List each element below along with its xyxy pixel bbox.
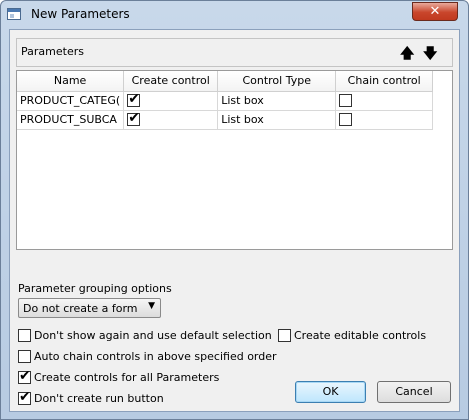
auto-chain-option[interactable]: Auto chain controls in above specified o… <box>18 349 278 365</box>
create-control-cell[interactable] <box>123 110 219 130</box>
move-up-icon[interactable]: 🡅 <box>400 43 414 67</box>
dialog-body: Parameters 🡅 🡇 Name Create control Contr… <box>9 29 460 412</box>
chain-control-checkbox[interactable] <box>339 94 353 108</box>
create-all-checkbox[interactable] <box>18 368 31 384</box>
parameters-label: Parameters <box>21 45 84 58</box>
chain-control-cell[interactable] <box>335 110 434 130</box>
column-header-chain-control[interactable]: Chain control <box>335 71 434 92</box>
dont-create-run-checkbox[interactable] <box>18 389 31 405</box>
create-editable-option[interactable]: Create editable controls <box>278 328 438 344</box>
title-bar[interactable]: New Parameters ✕ <box>1 1 468 29</box>
control-type-cell[interactable]: List box <box>217 110 337 130</box>
window-title: New Parameters <box>31 7 130 21</box>
auto-chain-label: Auto chain controls in above specified o… <box>34 350 277 363</box>
table-row[interactable]: PRODUCT_SUBCA List box <box>17 110 434 130</box>
column-header-name[interactable]: Name <box>17 71 125 92</box>
grouping-options-label: Parameter grouping options <box>18 282 172 295</box>
create-all-label: Create controls for all Parameters <box>34 371 220 384</box>
move-down-icon[interactable]: 🡇 <box>423 43 437 67</box>
parameters-header: Parameters 🡅 🡇 <box>16 38 453 67</box>
param-name-cell[interactable]: PRODUCT_SUBCA <box>17 110 125 130</box>
table-row[interactable]: PRODUCT_CATEG( List box <box>17 91 434 111</box>
param-name-cell[interactable]: PRODUCT_CATEG( <box>17 91 125 111</box>
dont-show-again-checkbox[interactable] <box>18 329 31 342</box>
dont-create-run-option[interactable]: Don't create run button <box>18 389 198 407</box>
control-type-cell[interactable]: List box <box>217 91 337 111</box>
create-control-checkbox[interactable] <box>127 91 141 108</box>
ok-button[interactable]: OK <box>295 381 366 403</box>
create-control-checkbox[interactable] <box>127 110 141 127</box>
grid-header-row: Name Create control Control Type Chain c… <box>17 71 434 92</box>
grouping-selected-value: Do not create a form <box>23 302 138 315</box>
window-icon <box>7 8 21 20</box>
dont-create-run-label: Don't create run button <box>34 392 164 405</box>
parameters-grid: Name Create control Control Type Chain c… <box>16 70 453 250</box>
chain-control-checkbox[interactable] <box>339 113 353 127</box>
dont-show-again-label: Don't show again and use default selecti… <box>34 329 272 342</box>
column-header-create-control[interactable]: Create control <box>123 71 219 92</box>
chevron-down-icon: ▼ <box>148 301 155 311</box>
cancel-button[interactable]: Cancel <box>377 381 451 403</box>
dont-show-again-option[interactable]: Don't show again and use default selecti… <box>18 328 272 344</box>
dialog-window: New Parameters ✕ Parameters 🡅 🡇 Name Cre… <box>0 0 469 420</box>
create-editable-checkbox[interactable] <box>278 329 291 342</box>
column-header-control-type[interactable]: Control Type <box>217 71 337 92</box>
auto-chain-checkbox[interactable] <box>18 350 31 363</box>
create-all-option[interactable]: Create controls for all Parameters <box>18 368 238 386</box>
create-control-cell[interactable] <box>123 91 219 111</box>
close-button[interactable]: ✕ <box>412 2 458 21</box>
create-editable-label: Create editable controls <box>294 329 427 342</box>
chain-control-cell[interactable] <box>335 91 434 111</box>
grouping-select[interactable]: Do not create a form ▼ <box>18 298 161 318</box>
